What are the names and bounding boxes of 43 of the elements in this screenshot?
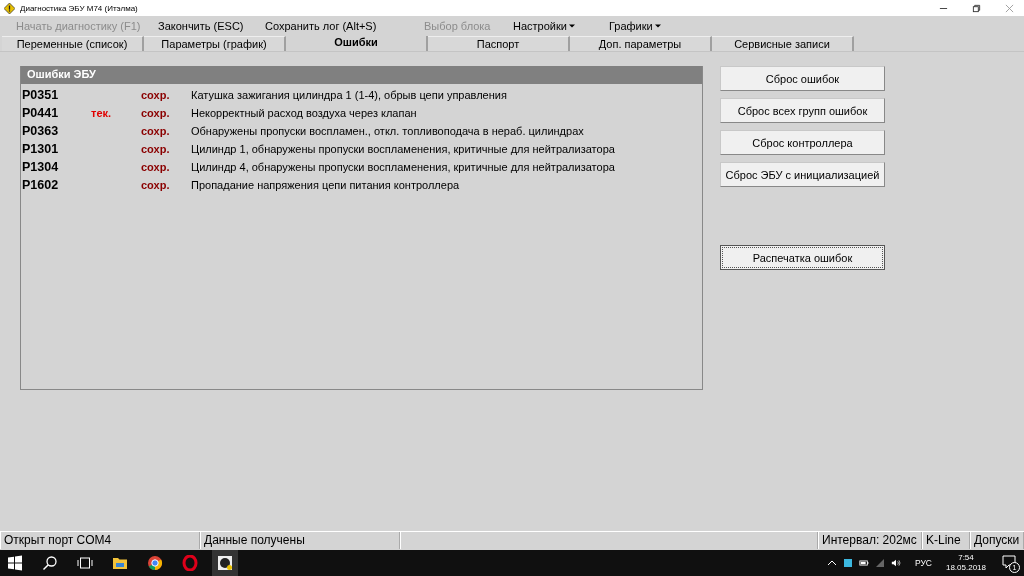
clock-time[interactable]: 7:54 [958,553,974,563]
error-description: Обнаружены пропуски воспламен., откл. топливоподача в нераб. цилиндрах [191,125,584,137]
error-code: P1301 [21,142,60,156]
language-indicator[interactable]: РУС [914,558,932,568]
menu-item[interactable]: Закончить (ESC) [158,20,265,32]
error-status: сохр. [141,143,171,155]
error-code: P0351 [21,88,60,102]
error-code: P1304 [21,160,60,174]
tab[interactable]: Паспорт [428,36,570,51]
action-button[interactable]: Распечатка ошибок [720,245,885,270]
status-text: Допуски [970,532,1024,549]
error-status: тек. [91,107,113,119]
clock-date[interactable]: 18.05.2018 [945,563,986,573]
error-description: Цилиндр 1, обнаружены пропуски воспламенения, критичные для нейтрализатора [191,143,615,155]
error-description: Катушка зажигания цилиндра 1 (1-4), обрыв цепи управления [191,89,507,101]
error-code: P0363 [21,124,60,138]
menu-item[interactable]: Настройки [513,20,609,32]
tab[interactable]: Переменные (список) [2,36,144,51]
tab[interactable]: Параметры (график) [144,36,286,51]
error-code: P1602 [21,178,60,192]
error-description: Цилиндр 4, обнаружены пропуски воспламенения, критичные для нейтрализатора [191,161,615,173]
status-text: K-Line [922,532,970,549]
window-title: Диагностика ЭБУ М74 (Итэлма) [20,3,138,13]
action-button[interactable]: Сброс ошибок [720,66,885,91]
status-text: Данные получены [200,532,400,549]
status-text: Открыт порт COM4 [0,532,200,549]
error-status: сохр. [141,107,171,119]
error-description: Пропадание напряжения цепи питания контроллера [191,179,460,191]
error-status: сохр. [141,125,171,137]
error-status: сохр. [141,179,171,191]
action-button[interactable]: Сброс контроллера [720,130,885,155]
action-button[interactable]: Сброс ЭБУ с инициализацией [720,162,885,187]
panel-header: Ошибки ЭБУ [21,66,702,84]
menu-item[interactable]: Графики [609,20,661,32]
status-text: Интервал: 202мс [818,532,922,549]
tab[interactable]: Доп. параметры [570,36,712,51]
menu-item[interactable]: Сохранить лог (Alt+S) [265,20,424,32]
action-button[interactable]: Сброс всех групп ошибок [720,98,885,123]
error-code: P0441 [21,106,60,120]
error-status: сохр. [141,161,171,173]
tab[interactable]: Сервисные записи [712,36,854,51]
error-description: Некорректный расход воздуха через клапан [191,107,417,119]
error-status: сохр. [141,89,171,101]
